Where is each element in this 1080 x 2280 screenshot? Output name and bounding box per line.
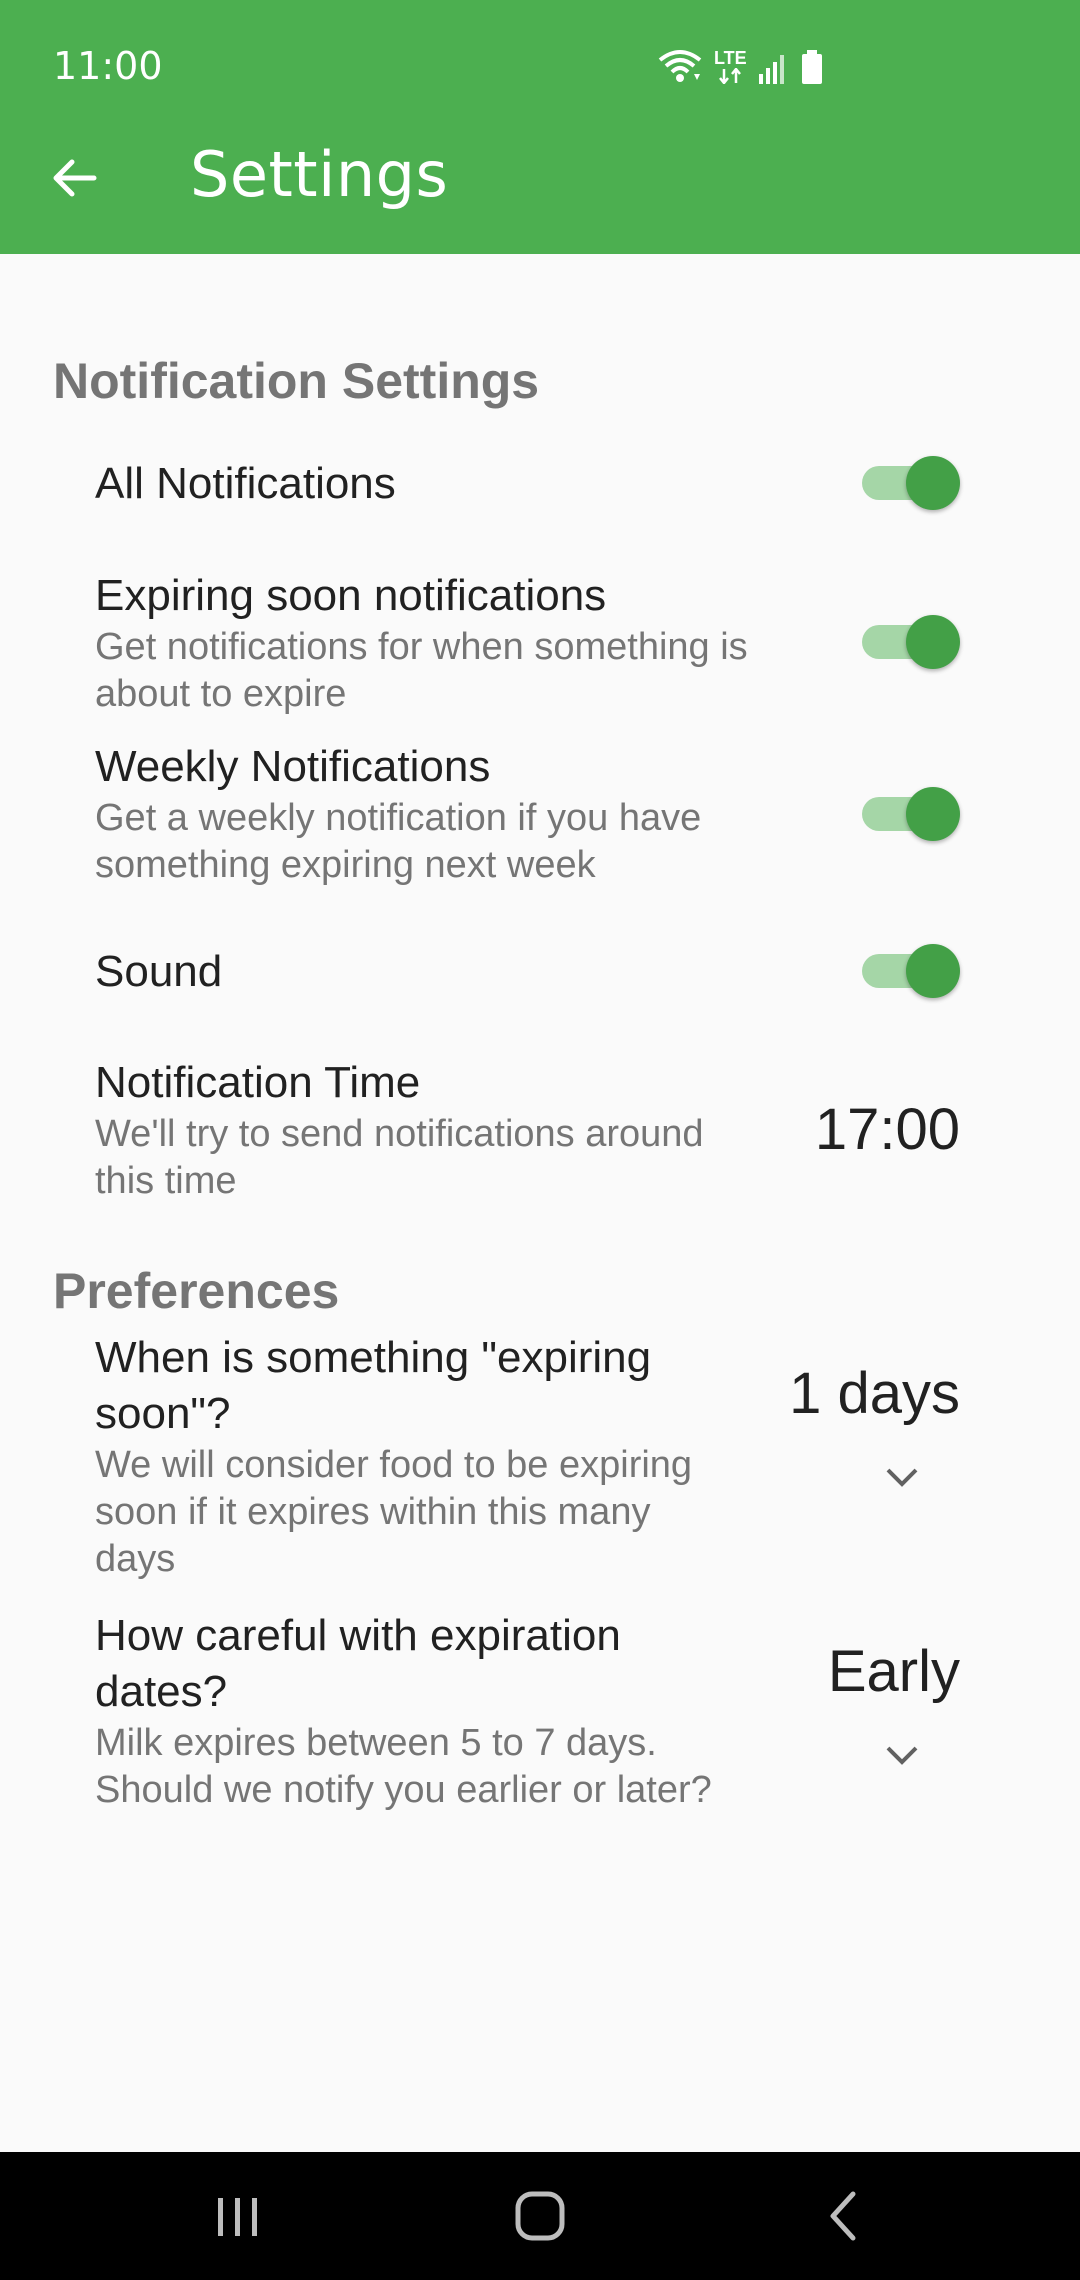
system-back-button[interactable] [798,2176,888,2256]
notification-settings-header: Notification Settings [53,353,540,409]
careful-dropdown[interactable]: Early [780,1638,980,1778]
expiring-soon-title-line2: soon"? [95,1389,231,1438]
battery-icon [801,50,822,84]
system-nav-bar [0,2152,1080,2280]
sound-title: Sound [95,947,223,996]
wifi-icon [658,50,702,82]
expiring-notifications-title: Expiring soon notifications [95,571,607,620]
expiring-soon-subtitle-line1: We will consider food to be expiring [95,1444,693,1486]
careful-subtitle-line1: Milk expires between 5 to 7 days. [95,1722,657,1764]
expiring-soon-subtitle-line2: soon if it expires within this many [95,1491,651,1533]
all-notifications-title: All Notifications [95,459,396,508]
expiring-soon-row: When is something "expiring soon"? We wi… [95,1330,775,1583]
expiring-notifications-row[interactable]: Expiring soon notifications Get notifica… [95,568,965,718]
expiring-soon-subtitle-line3: days [95,1538,176,1580]
expiring-soon-value: 1 days [789,1361,960,1426]
weekly-notifications-subtitle-line2: something expiring next week [95,844,596,886]
recents-button[interactable] [193,2176,283,2256]
careful-title-line2: dates? [95,1667,228,1716]
back-chevron-icon [830,2191,856,2241]
expiring-notifications-subtitle-line2: about to expire [95,673,347,715]
page-title: Settings [190,138,449,211]
expiring-notifications-switch[interactable] [862,611,960,671]
home-button[interactable] [495,2176,585,2256]
weekly-notifications-title: Weekly Notifications [95,742,491,791]
switch-thumb [906,787,960,841]
lte-indicator: LTE [714,48,747,84]
chevron-down-icon [886,1468,918,1487]
weekly-notifications-subtitle-line1: Get a weekly notification if you have [95,797,702,839]
app-bar: 11:00 LTE Settings [0,0,1080,254]
recents-icon [218,2198,257,2236]
weekly-notifications-switch[interactable] [862,783,960,843]
preferences-header: Preferences [53,1263,340,1319]
switch-thumb [906,456,960,510]
signal-icon [758,55,784,84]
chevron-down-icon [886,1746,918,1765]
sound-row[interactable]: Sound [95,944,965,1000]
home-icon [515,2191,565,2241]
back-button[interactable] [38,142,110,214]
expiring-soon-title-line1: When is something "expiring [95,1333,652,1382]
expiring-notifications-subtitle-line1: Get notifications for when something is [95,626,748,668]
arrow-left-icon [53,159,97,197]
careful-subtitle-line2: Should we notify you earlier or later? [95,1769,712,1811]
all-notifications-row[interactable]: All Notifications [95,456,965,512]
sound-switch[interactable] [862,940,960,1000]
status-time: 11:00 [53,44,163,88]
careful-title-line1: How careful with expiration [95,1611,621,1660]
careful-row: How careful with expiration dates? Milk … [95,1608,775,1814]
careful-value: Early [827,1639,960,1704]
notification-time-subtitle-line2: this time [95,1160,237,1202]
all-notifications-switch[interactable] [862,452,960,512]
switch-thumb [906,944,960,998]
lte-label: LTE [714,48,747,68]
expiring-soon-dropdown[interactable]: 1 days [780,1360,980,1500]
switch-thumb [906,615,960,669]
status-icons: LTE [658,46,823,84]
weekly-notifications-row[interactable]: Weekly Notifications Get a weekly notifi… [95,739,965,889]
notification-time-value[interactable]: 17:00 [780,1096,960,1163]
data-arrows-icon [719,68,742,84]
